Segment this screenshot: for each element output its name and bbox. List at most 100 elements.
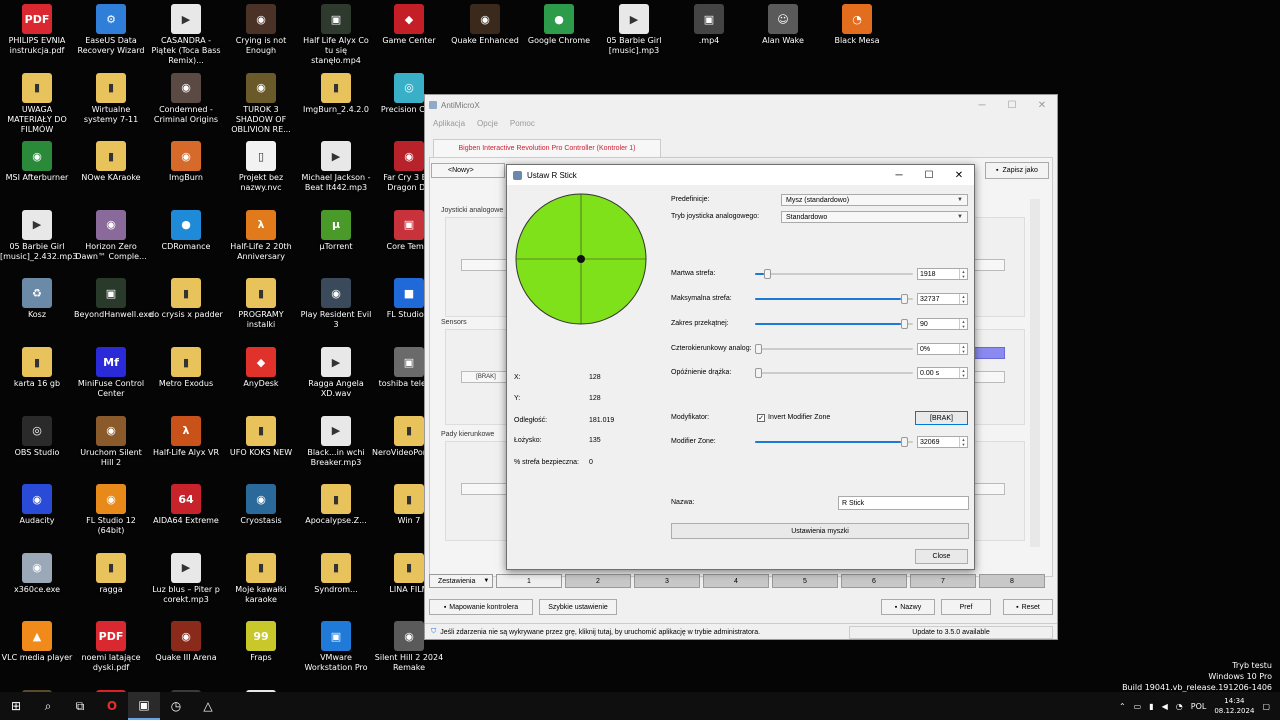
menu-opcje[interactable]: Opcje <box>477 119 498 128</box>
task-view-icon[interactable]: ⧉ <box>64 692 96 720</box>
start-icon[interactable]: ⊞ <box>0 692 32 720</box>
set-button-5[interactable]: 5 <box>772 574 838 588</box>
desktop-icon[interactable]: ◉ Crying is not Enough <box>224 0 298 68</box>
maximize-icon[interactable]: ☐ <box>997 95 1027 115</box>
minimize-icon[interactable]: ─ <box>967 95 997 115</box>
search-icon[interactable]: ⌕ <box>32 692 64 720</box>
stick-slot-left[interactable] <box>461 259 511 271</box>
stick-settings-dialog[interactable]: Ustaw R Stick ─ ☐ ✕ X: 128 Y: 128 Odległ… <box>506 164 975 570</box>
desktop-icon[interactable]: µ µTorrent <box>299 206 373 274</box>
desktop-icon[interactable]: ◉ Quake III Arena <box>149 617 223 685</box>
desktop-icon[interactable]: λ Half-Life Alyx VR <box>149 412 223 480</box>
admin-hint-text[interactable]: Jeśli zdarzenia nie są wykrywane przez g… <box>440 629 760 636</box>
network-icon[interactable]: ▭ <box>1134 702 1142 711</box>
power-icon[interactable]: ▮ <box>1149 702 1153 711</box>
menu-pomoc[interactable]: Pomoc <box>510 119 535 128</box>
names-button[interactable]: ▪ Nazwy <box>881 599 935 615</box>
spin-arrows-icon[interactable]: ▲ ▼ <box>959 269 967 279</box>
invert-modifier-label[interactable]: Invert Modifier Zone <box>768 414 830 421</box>
desktop-icon[interactable]: λ Half-Life 2 20th Anniversary <box>224 206 298 274</box>
spin-arrows-icon[interactable]: ▲ ▼ <box>959 319 967 329</box>
desktop-icon[interactable]: ▮ PROGRAMY instalki <box>224 274 298 342</box>
desktop-icon[interactable]: ▮ Syndrom... <box>299 549 373 617</box>
desktop-icon[interactable]: ◉ ImgBurn <box>149 137 223 205</box>
minimize-icon[interactable]: ─ <box>884 165 914 185</box>
stick-delay-spinbox[interactable]: 0.00 s ▲ ▼ <box>917 367 968 379</box>
desktop-icon[interactable]: ◉ Condemned - Criminal Origins <box>149 69 223 137</box>
antimicrox-icon[interactable]: ▣ <box>128 692 160 720</box>
desktop-icon[interactable]: ▯ Projekt bez nazwy.nvc <box>224 137 298 205</box>
notification-icon[interactable]: ▢ <box>1262 702 1270 711</box>
desktop-icon[interactable]: ▮ ragga <box>74 549 148 617</box>
desktop-icon[interactable]: ▣ BeyondHanwell.exe <box>74 274 153 342</box>
desktop-icon[interactable]: ▶ Ragga Angela XD.wav <box>299 343 373 411</box>
desktop-icon[interactable]: ▮ UWAGA MATERIAŁY DO FILMÓW <box>0 69 74 137</box>
slider-handle[interactable] <box>901 437 909 447</box>
main-titlebar[interactable]: AntiMicroX <box>425 95 1057 115</box>
desktop-icon[interactable]: ☺ Alan Wake <box>746 0 820 68</box>
profile-select[interactable]: <Nowy> <box>431 163 505 178</box>
dead-zone-spinbox[interactable]: 1918 ▲ ▼ <box>917 268 968 280</box>
desktop-icon[interactable]: ◎ OBS Studio <box>0 412 74 480</box>
dialog-titlebar[interactable]: Ustaw R Stick ─ ☐ ✕ <box>507 165 974 185</box>
desktop-icon[interactable]: 64 AIDA64 Extreme <box>149 480 223 548</box>
sensor-slot[interactable]: [BRAK] <box>461 371 511 383</box>
desktop-icon[interactable]: ◉ Play Resident Evil 3 <box>299 274 373 342</box>
desktop-icon[interactable]: ▮ Moje kawałki karaoke <box>224 549 298 617</box>
desktop-icon[interactable]: ▶ 05 Barbie Girl [music].mp3 <box>597 0 671 68</box>
desktop-icon[interactable]: ◆ AnyDesk <box>224 343 298 411</box>
slider-handle[interactable] <box>901 294 909 304</box>
tab-controller-1[interactable]: Bigben Interactive Revolution Pro Contro… <box>433 139 661 157</box>
slider-handle[interactable] <box>755 368 762 378</box>
desktop-icon[interactable]: ▮ Apocalypse.Z... <box>299 480 373 548</box>
close-button[interactable]: Close <box>915 549 968 564</box>
desktop-icon[interactable]: ◉ Cryostasis <box>224 480 298 548</box>
desktop-icon[interactable]: ▶ 05 Barbie Girl [music]_2.432.mp3 <box>0 206 77 274</box>
stick-name-input[interactable]: R Stick <box>838 496 969 510</box>
desktop-icon[interactable]: ◉ TUROK 3 SHADOW OF OBLIVION RE... <box>224 69 298 137</box>
desktop-icon[interactable]: ♻ Kosz <box>0 274 74 342</box>
set-button-1[interactable]: 1 <box>496 574 562 588</box>
mouse-settings-button[interactable]: Ustawienia myszki <box>671 523 969 539</box>
clock[interactable]: 14:34 08.12.2024 <box>1214 696 1254 716</box>
desktop-icon[interactable]: ▣ VMware Workstation Pro <box>299 617 373 685</box>
slider-handle[interactable] <box>764 269 772 279</box>
slider-handle[interactable] <box>901 319 909 329</box>
desktop-icon[interactable]: ◉ Horizon Zero Dawn™ Comple... <box>74 206 148 274</box>
modifier-zone-slider[interactable] <box>755 437 913 447</box>
opera-icon[interactable]: O <box>96 692 128 720</box>
main-scrollbar[interactable] <box>1030 199 1040 547</box>
pref-button[interactable]: Pref <box>941 599 991 615</box>
clock-app-icon[interactable]: ◷ <box>160 692 192 720</box>
desktop-icon[interactable]: ⚙ EaseUS Data Recovery Wizard <box>74 0 148 68</box>
square-stick-spinbox[interactable]: 0% ▲ ▼ <box>917 343 968 355</box>
desktop-icon[interactable]: ◉ FL Studio 12 (64bit) <box>74 480 148 548</box>
desktop-icon[interactable]: ▮ ImgBurn_2.4.2.0 <box>299 69 373 137</box>
square-stick-slider[interactable] <box>755 344 913 354</box>
spin-arrows-icon[interactable]: ▲ ▼ <box>959 437 967 447</box>
modifier-button[interactable]: [BRAK] <box>915 411 968 425</box>
dead-zone-slider[interactable] <box>755 269 913 279</box>
invert-modifier-checkbox[interactable]: ✓ <box>757 414 765 422</box>
modifier-zone-spinbox[interactable]: 32069 ▲ ▼ <box>917 436 968 448</box>
spin-arrows-icon[interactable]: ▲ ▼ <box>959 344 967 354</box>
diagonal-range-slider[interactable] <box>755 319 913 329</box>
set-button-3[interactable]: 3 <box>634 574 700 588</box>
update-button[interactable]: Update to 3.5.0 available <box>849 626 1053 639</box>
desktop-icon[interactable]: ▶ Michael Jackson - Beat It442.mp3 <box>299 137 373 205</box>
desktop-icon[interactable]: ▮ NOwe KAraoke <box>74 137 148 205</box>
desktop-icon[interactable]: ▣ Half Life Alyx Co tu się stanęło.mp4 <box>299 0 373 68</box>
desktop-icon[interactable]: ▮ UFO KOKS NEW <box>224 412 298 480</box>
diagonal-range-spinbox[interactable]: 90 ▲ ▼ <box>917 318 968 330</box>
language-indicator[interactable]: POL <box>1191 702 1207 711</box>
set-button-2[interactable]: 2 <box>565 574 631 588</box>
desktop-icon[interactable]: ◔ Black Mesa <box>820 0 894 68</box>
controller-mapping-button[interactable]: ▪ Mapowanie kontrolera <box>429 599 533 615</box>
menu-aplikacja[interactable]: Aplikacja <box>433 119 465 128</box>
desktop-icon[interactable]: ▲ VLC media player <box>0 617 74 685</box>
desktop-icon[interactable]: 99 Fraps <box>224 617 298 685</box>
desktop-icon[interactable]: ▮ Metro Exodus <box>149 343 223 411</box>
desktop-icon[interactable]: ▶ Black...in wchi Breaker.mp3 <box>299 412 373 480</box>
quick-setup-button[interactable]: Szybkie ustawienie <box>539 599 617 615</box>
desktop-icon[interactable]: PDF noemi latające dyski.pdf <box>74 617 148 685</box>
